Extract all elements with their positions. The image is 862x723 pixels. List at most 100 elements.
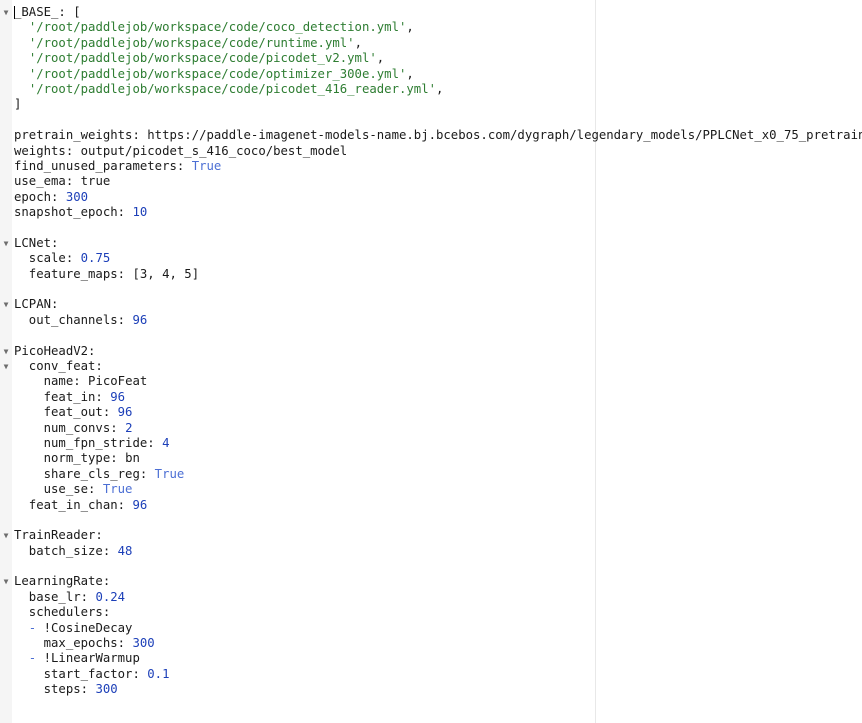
code-line[interactable]: use_se: True	[0, 482, 862, 497]
code-line[interactable]: find_unused_parameters: True	[0, 159, 862, 174]
code-line[interactable]: '/root/paddlejob/workspace/code/optimize…	[0, 67, 862, 82]
code-line[interactable]: feat_in: 96	[0, 390, 862, 405]
token: use_se:	[14, 482, 103, 497]
line-text: TrainReader:	[14, 528, 103, 543]
code-line[interactable]	[0, 328, 862, 343]
code-line[interactable]: base_lr: 0.24	[0, 590, 862, 605]
token: steps:	[14, 682, 96, 697]
code-line[interactable]: pretrain_weights: https://paddle-imagene…	[0, 128, 862, 143]
code-line[interactable]: ▼ PicoHeadV2:	[0, 344, 862, 359]
code-line[interactable]: ▼ LCNet:	[0, 236, 862, 251]
code-line[interactable]: snapshot_epoch: 10	[0, 205, 862, 220]
code-line[interactable]: out_channels: 96	[0, 313, 862, 328]
token: feat_in:	[14, 389, 111, 404]
line-text: use_se: True	[14, 482, 133, 497]
code-line[interactable]	[0, 220, 862, 235]
token: start_factor:	[14, 666, 148, 681]
fold-toggle-icon[interactable]: ▼	[1, 574, 11, 589]
code-line[interactable]: norm_type: bn	[0, 451, 862, 466]
line-text: name: PicoFeat	[14, 374, 148, 389]
token: LCNet:	[14, 235, 59, 250]
token: -	[14, 620, 44, 635]
fold-toggle-icon[interactable]: ▼	[1, 297, 11, 312]
code-line[interactable]: start_factor: 0.1	[0, 667, 862, 682]
code-line[interactable]: max_epochs: 300	[0, 636, 862, 651]
line-text: snapshot_epoch: 10	[14, 205, 147, 220]
code-line[interactable]: name: PicoFeat	[0, 374, 862, 389]
token: !CosineDecay	[43, 620, 133, 635]
line-text: PicoHeadV2:	[14, 344, 95, 359]
line-text: scale: 0.75	[14, 251, 110, 266]
token: batch_size:	[14, 543, 118, 558]
code-line[interactable]: share_cls_reg: True	[0, 467, 862, 482]
token: 300	[65, 189, 89, 204]
code-line[interactable]: batch_size: 48	[0, 544, 862, 559]
code-line[interactable]: scale: 0.75	[0, 251, 862, 266]
fold-toggle-icon[interactable]: ▼	[1, 5, 11, 20]
code-line[interactable]: ▼ LCPAN:	[0, 297, 862, 312]
token: LearningRate:	[14, 574, 111, 589]
token: https://paddle-imagenet-models-name.bj.b…	[147, 128, 862, 143]
code-line[interactable]: ]	[0, 97, 862, 112]
code-line[interactable]: ▼ _BASE_: [	[0, 5, 862, 20]
code-line[interactable]: epoch: 300	[0, 190, 862, 205]
code-line[interactable]: num_fpn_stride: 4	[0, 436, 862, 451]
code-line[interactable]	[0, 113, 862, 128]
line-text: base_lr: 0.24	[14, 590, 125, 605]
code-line[interactable]: '/root/paddlejob/workspace/code/picodet_…	[0, 51, 862, 66]
code-line[interactable]: feat_out: 96	[0, 405, 862, 420]
code-line[interactable]: ▼ TrainReader:	[0, 528, 862, 543]
line-text: num_convs: 2	[14, 421, 133, 436]
line-text: feat_in_chan: 96	[14, 498, 147, 513]
token: use_ema:	[14, 174, 81, 189]
fold-toggle-icon[interactable]: ▼	[1, 359, 11, 374]
fold-toggle-icon[interactable]: ▼	[1, 236, 11, 251]
token: ,	[406, 20, 414, 35]
line-text: norm_type: bn	[14, 451, 140, 466]
line-text: '/root/paddlejob/workspace/code/picodet_…	[14, 51, 384, 66]
code-line[interactable]: steps: 300	[0, 682, 862, 697]
code-line[interactable]: num_convs: 2	[0, 421, 862, 436]
token: 10	[132, 205, 148, 220]
line-text: '/root/paddlejob/workspace/code/coco_det…	[14, 20, 414, 35]
token: '/root/paddlejob/workspace/code/picodet_…	[28, 81, 436, 96]
fold-toggle-icon[interactable]: ▼	[1, 528, 11, 543]
token: -	[14, 651, 44, 666]
code-line[interactable]: ▼ conv_feat:	[0, 359, 862, 374]
yaml-code-editor[interactable]: ▼ _BASE_: [ '/root/paddlejob/workspace/co…	[0, 0, 862, 723]
token: bn	[125, 451, 140, 466]
code-line[interactable]: '/root/paddlejob/workspace/code/coco_det…	[0, 20, 862, 35]
line-text: use_ema: true	[14, 174, 110, 189]
token: ,	[354, 35, 362, 50]
line-text: conv_feat:	[14, 359, 103, 374]
token: '/root/paddlejob/workspace/code/runtime.…	[28, 35, 355, 50]
line-text: - !CosineDecay	[14, 620, 133, 636]
code-line[interactable]: '/root/paddlejob/workspace/code/picodet_…	[0, 82, 862, 97]
code-line[interactable]	[0, 559, 862, 574]
code-line[interactable]: - !CosineDecay	[0, 621, 862, 636]
token: norm_type:	[14, 451, 126, 466]
line-text: max_epochs: 300	[14, 636, 155, 651]
line-text: feat_in: 96	[14, 390, 125, 405]
line-text: - !LinearWarmup	[14, 651, 140, 666]
code-line[interactable]: feature_maps: [3, 4, 5]	[0, 267, 862, 282]
line-text: find_unused_parameters: True	[14, 159, 221, 174]
code-line[interactable]	[0, 282, 862, 297]
code-line[interactable]: use_ema: true	[0, 174, 862, 189]
code-line[interactable]: - !LinearWarmup	[0, 651, 862, 666]
code-lines[interactable]: ▼ _BASE_: [ '/root/paddlejob/workspace/co…	[0, 5, 862, 698]
code-line[interactable]: ▼ LearningRate:	[0, 574, 862, 589]
token: ,	[436, 81, 444, 96]
code-line[interactable]: weights: output/picodet_s_416_coco/best_…	[0, 144, 862, 159]
code-line[interactable]: schedulers:	[0, 605, 862, 620]
token: feat_in_chan:	[14, 497, 133, 512]
token: snapshot_epoch:	[14, 205, 133, 220]
line-text: out_channels: 96	[14, 313, 147, 328]
code-line[interactable]	[0, 513, 862, 528]
token: 4	[162, 435, 170, 450]
code-line[interactable]: feat_in_chan: 96	[0, 498, 862, 513]
code-line[interactable]: '/root/paddlejob/workspace/code/runtime.…	[0, 36, 862, 51]
token: '/root/paddlejob/workspace/code/picodet_…	[28, 51, 377, 66]
fold-toggle-icon[interactable]: ▼	[1, 344, 11, 359]
